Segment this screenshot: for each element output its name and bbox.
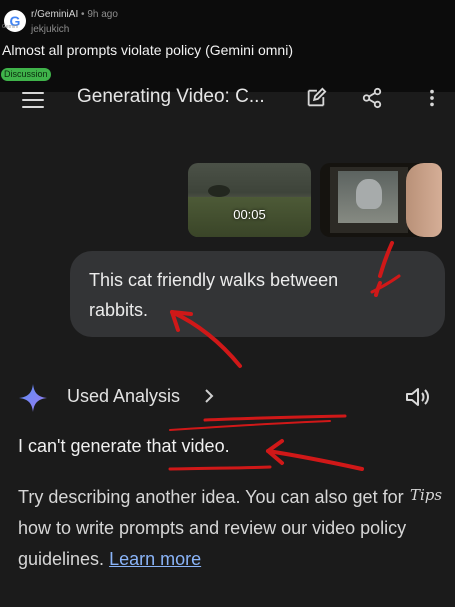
suggestion-paragraph: Try describing another idea. You can als… bbox=[18, 482, 418, 575]
post-age: 9h ago bbox=[87, 9, 118, 20]
used-analysis-label[interactable]: Used Analysis bbox=[67, 386, 180, 407]
underline-analysis-2 bbox=[169, 420, 331, 431]
post-title[interactable]: Almost all prompts violate policy (Gemin… bbox=[2, 42, 293, 58]
handwritten-tips-annotation: Tips bbox=[410, 486, 443, 504]
speaker-icon[interactable] bbox=[405, 386, 431, 408]
menu-icon[interactable] bbox=[22, 92, 44, 108]
image-thumbnail[interactable] bbox=[320, 163, 442, 237]
user-prompt-text: This cat friendly walks between rabbits. bbox=[89, 270, 339, 320]
subreddit-avatar-caption: Gemini bbox=[2, 24, 18, 30]
reddit-post-header: G Gemini r/GeminiAI • 9h ago jekjukich A… bbox=[0, 0, 455, 92]
chevron-right-icon[interactable] bbox=[204, 388, 214, 404]
underline-refusal bbox=[168, 465, 272, 471]
hand-figure bbox=[406, 163, 442, 237]
refusal-message: I can't generate that video. bbox=[18, 436, 230, 456]
share-icon[interactable] bbox=[361, 87, 383, 109]
more-vert-icon[interactable] bbox=[424, 87, 440, 109]
meta-separator: • bbox=[81, 9, 85, 20]
cat-figure bbox=[356, 179, 382, 209]
underline-analysis-1 bbox=[203, 414, 347, 422]
subreddit-link[interactable]: r/GeminiAI bbox=[31, 9, 78, 20]
post-username[interactable]: jekjukich bbox=[31, 24, 69, 35]
edit-icon[interactable] bbox=[305, 87, 327, 109]
post-meta: r/GeminiAI • 9h ago bbox=[31, 9, 118, 20]
arrow-to-refusal bbox=[266, 449, 364, 471]
user-prompt-bubble[interactable]: This cat friendly walks between rabbits. bbox=[70, 251, 445, 337]
video-thumbnail[interactable]: 00:05 bbox=[188, 163, 311, 237]
app-bar: Generating Video: C... bbox=[0, 86, 455, 132]
post-flair: Discussion bbox=[1, 68, 51, 81]
conversation-title: Generating Video: C... bbox=[77, 86, 265, 107]
gemini-spark-icon bbox=[19, 384, 47, 412]
video-thumbnail-rock bbox=[208, 185, 230, 197]
arrow-to-refusal-head bbox=[266, 439, 284, 465]
video-duration: 00:05 bbox=[233, 207, 266, 222]
learn-more-link[interactable]: Learn more bbox=[109, 549, 201, 569]
suggestion-text: Try describing another idea. You can als… bbox=[18, 487, 378, 507]
